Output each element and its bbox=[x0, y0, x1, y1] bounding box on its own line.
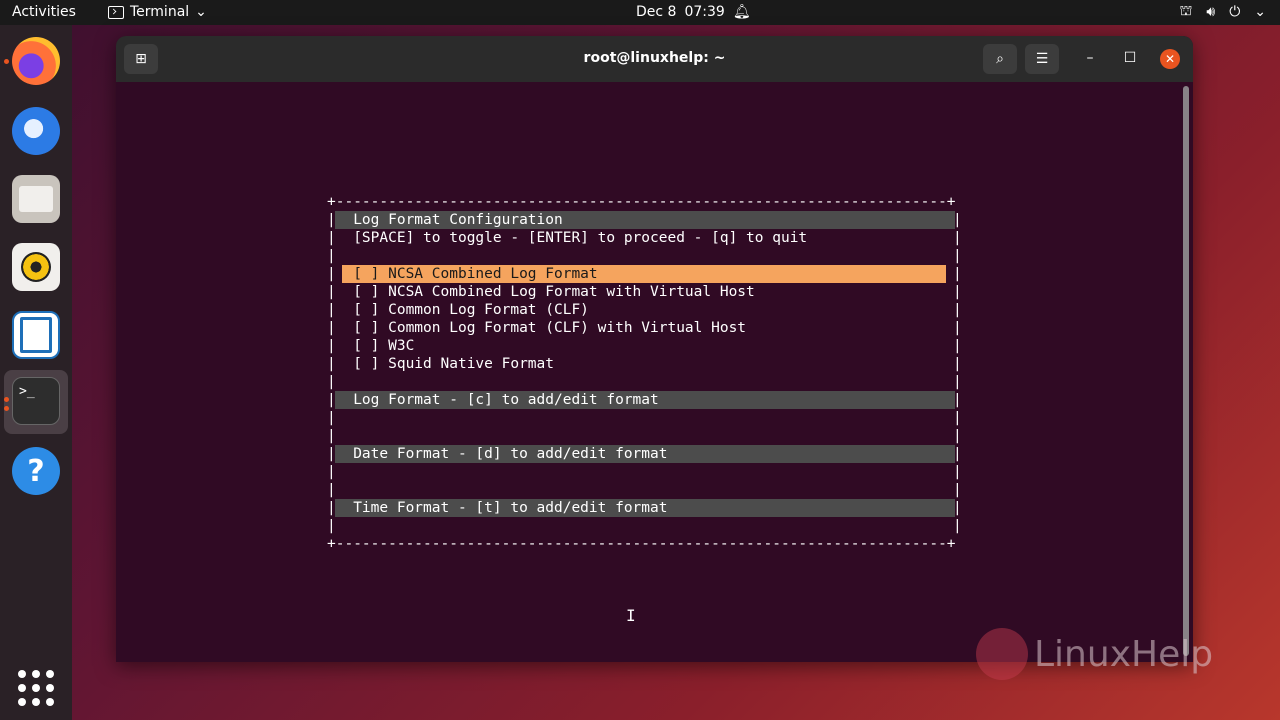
terminal-content[interactable]: +---------------------------------------… bbox=[116, 82, 1193, 662]
option-ncsa-combined[interactable]: [ ] NCSA Combined Log Format bbox=[353, 266, 597, 282]
chevron-down-icon: ⌄ bbox=[1254, 4, 1266, 20]
box-border-bottom: +---------------------------------------… bbox=[327, 536, 956, 552]
box-row: | Log Format - [c] to add/edit format bbox=[327, 392, 659, 408]
system-tray[interactable]: ⛫ 🔊︎ ⏻ ⌄ bbox=[1179, 3, 1266, 21]
option-squid[interactable]: [ ] Squid Native Format bbox=[353, 356, 554, 372]
firefox-icon[interactable] bbox=[12, 37, 60, 85]
box-row: | [ ] W3C bbox=[327, 338, 415, 354]
box-row: | [SPACE] to toggle - [ENTER] to proceed… bbox=[327, 230, 808, 246]
maximize-button[interactable]: ☐ bbox=[1120, 50, 1140, 66]
thunderbird-icon[interactable] bbox=[12, 107, 60, 155]
watermark: LinuxHelp bbox=[976, 628, 1213, 680]
activities-button[interactable]: Activities bbox=[12, 4, 76, 20]
search-button[interactable]: ⌕ bbox=[983, 44, 1017, 74]
hamburger-menu-icon: ☰ bbox=[1035, 51, 1049, 67]
linuxhelp-logo-icon bbox=[976, 628, 1028, 680]
option-ncsa-combined-vhost[interactable]: [ ] NCSA Combined Log Format with Virtua… bbox=[353, 284, 755, 300]
terminal-app-icon[interactable]: >_ bbox=[12, 377, 60, 425]
help-icon[interactable]: ? bbox=[12, 447, 60, 495]
box-row: | bbox=[327, 464, 336, 480]
date-format-field[interactable]: Date Format - [d] to add/edit format bbox=[353, 446, 667, 462]
rhythmbox-icon[interactable] bbox=[12, 243, 60, 291]
box-row: | bbox=[327, 518, 336, 534]
option-clf-vhost[interactable]: [ ] Common Log Format (CLF) with Virtual… bbox=[353, 320, 746, 336]
files-icon[interactable] bbox=[12, 175, 60, 223]
log-format-field[interactable]: Log Format - [c] to add/edit format bbox=[353, 392, 659, 408]
box-row: | bbox=[327, 248, 336, 264]
clock-time: 07:39 bbox=[684, 4, 725, 20]
dialog-title: Log Format Configuration bbox=[353, 212, 563, 228]
instructions: [SPACE] to toggle - [ENTER] to proceed -… bbox=[353, 230, 808, 246]
watermark-text: LinuxHelp bbox=[1034, 633, 1214, 675]
box-row: | [ ] NCSA Combined Log Format bbox=[327, 266, 598, 282]
chevron-down-icon: ⌄ bbox=[195, 4, 207, 20]
box-row: | [ ] Common Log Format (CLF) with Virtu… bbox=[327, 320, 747, 336]
box-row: | bbox=[327, 428, 336, 444]
box-row: | Date Format - [d] to add/edit format bbox=[327, 446, 668, 462]
running-indicator bbox=[4, 406, 9, 411]
box-row: | [ ] Common Log Format (CLF) bbox=[327, 302, 589, 318]
top-bar: Activities Terminal ⌄ Dec 8 07:39 🔔︎ ⛫ 🔊… bbox=[0, 0, 1280, 25]
power-icon: ⏻ bbox=[1229, 4, 1241, 20]
box-row: | bbox=[327, 482, 336, 498]
terminal-icon bbox=[108, 5, 124, 19]
clock[interactable]: Dec 8 07:39 🔔︎ bbox=[636, 4, 751, 20]
box-row: | Log Format Configuration bbox=[327, 212, 563, 228]
option-clf[interactable]: [ ] Common Log Format (CLF) bbox=[353, 302, 589, 318]
terminal-window: ⊞ root@linuxhelp: ~ ⌕ ☰ – ☐ ✕ +---------… bbox=[116, 36, 1193, 662]
box-row: | Time Format - [t] to add/edit format bbox=[327, 500, 668, 516]
libreoffice-writer-icon[interactable] bbox=[12, 311, 60, 359]
search-icon: ⌕ bbox=[996, 51, 1004, 67]
scrollbar[interactable] bbox=[1183, 86, 1189, 656]
minimize-button[interactable]: – bbox=[1080, 50, 1100, 66]
box-border-top: +---------------------------------------… bbox=[327, 194, 956, 210]
option-w3c[interactable]: [ ] W3C bbox=[353, 338, 414, 354]
bell-icon: 🔔︎ bbox=[732, 4, 751, 20]
menu-button[interactable]: ☰ bbox=[1025, 44, 1059, 74]
clock-date: Dec 8 bbox=[636, 4, 677, 20]
box-row: | [ ] Squid Native Format bbox=[327, 356, 554, 372]
time-format-field[interactable]: Time Format - [t] to add/edit format bbox=[353, 500, 667, 516]
box-row: | bbox=[327, 374, 336, 390]
network-icon: ⛫ bbox=[1179, 3, 1193, 19]
app-menu[interactable]: Terminal ⌄ bbox=[108, 4, 207, 20]
box-right-border: | | | | | | | | | | | | | | | | | | bbox=[953, 212, 962, 534]
box-row: | [ ] NCSA Combined Log Format with Virt… bbox=[327, 284, 755, 300]
box-row: | bbox=[327, 410, 336, 426]
volume-icon: 🔊︎ bbox=[1206, 4, 1216, 20]
running-indicator bbox=[4, 59, 9, 64]
app-menu-label: Terminal bbox=[130, 4, 190, 20]
show-applications-icon[interactable] bbox=[18, 670, 54, 706]
text-cursor-icon: I bbox=[626, 606, 636, 625]
running-indicator bbox=[4, 397, 9, 402]
close-button[interactable]: ✕ bbox=[1160, 49, 1180, 69]
dock: >_ ? bbox=[0, 25, 72, 720]
header-bar: ⊞ root@linuxhelp: ~ ⌕ ☰ – ☐ ✕ bbox=[116, 36, 1193, 82]
